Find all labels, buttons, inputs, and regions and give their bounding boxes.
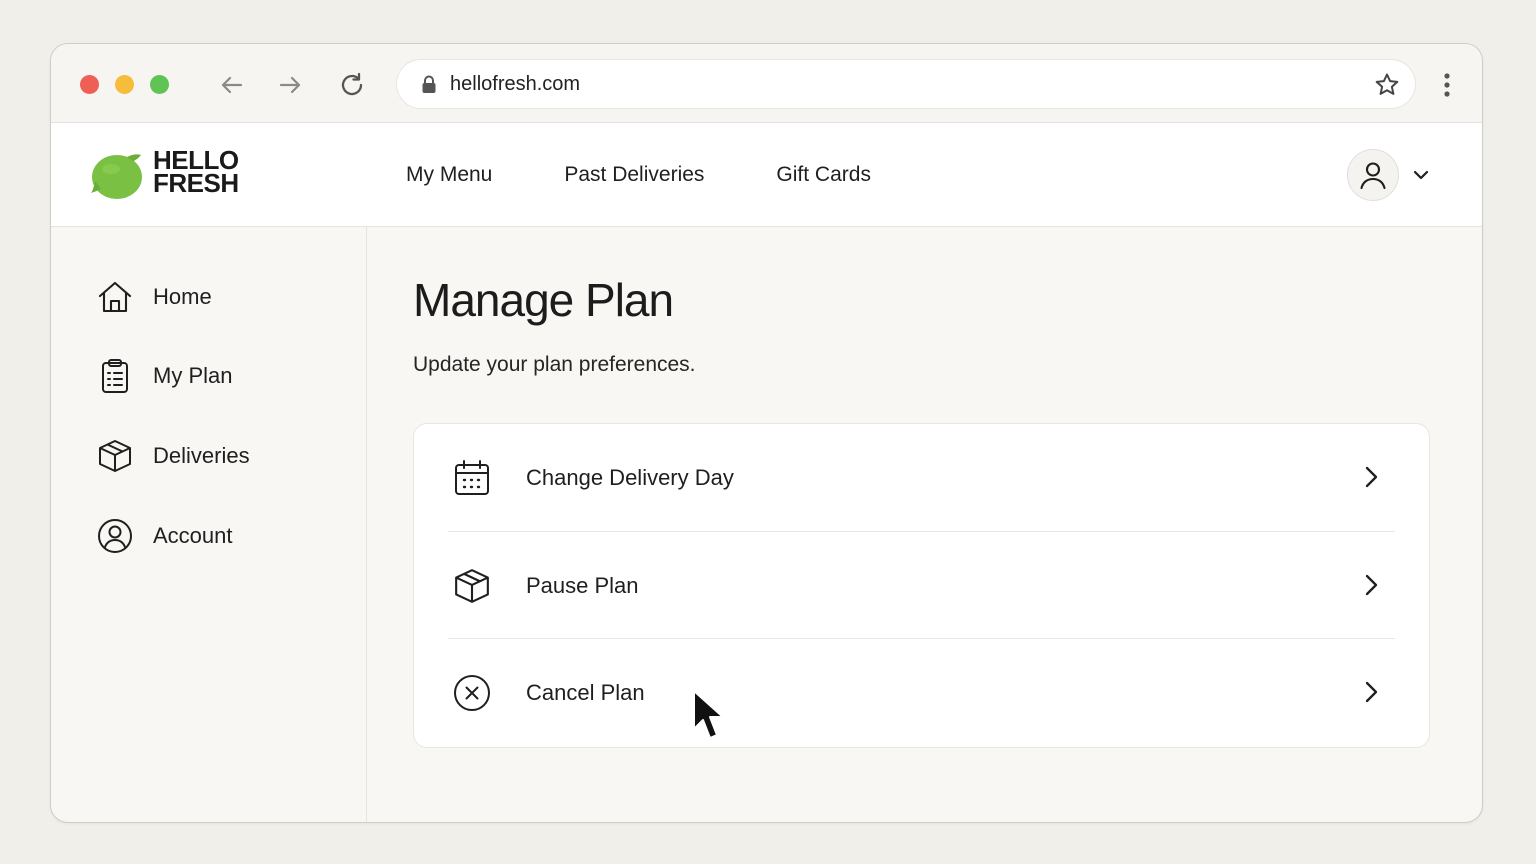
chevron-right-icon [1357,571,1385,604]
sidebar-item-label: My Plan [153,363,233,388]
lock-icon [421,75,437,99]
browser-window: hellofresh.com HELLO FRESH My Menu Past … [50,43,1483,823]
logo-line-2: FRESH [153,168,239,198]
x-circle-icon [448,669,496,717]
nav-past-deliveries[interactable]: Past Deliveries [564,163,704,187]
main-content: Manage Plan Update your plan preferences… [413,227,1433,822]
box-icon [448,562,496,610]
chevron-right-icon [1357,678,1385,711]
page-subtitle: Update your plan preferences. [413,353,696,376]
calendar-icon [448,454,496,502]
sidebar-item-account[interactable]: Account [97,516,233,556]
option-pause-plan[interactable]: Pause Plan [448,532,1395,639]
option-cancel-plan[interactable]: Cancel Plan [448,639,1395,746]
reload-icon[interactable] [337,70,367,100]
option-label: Cancel Plan [526,679,645,705]
sidebar-item-deliveries[interactable]: Deliveries [97,436,250,476]
browser-toolbar: hellofresh.com [51,44,1482,123]
account-avatar-button[interactable] [1347,149,1399,201]
top-navigation: My Menu Past Deliveries Gift Cards [406,123,943,227]
maximize-window-button[interactable] [150,75,169,94]
option-change-delivery-day[interactable]: Change Delivery Day [448,424,1395,531]
plan-options-card: Change Delivery Day Pause Plan Cancel Pl… [413,423,1430,748]
sidebar-item-label: Deliveries [153,443,250,468]
chevron-down-icon[interactable] [1411,165,1431,190]
bookmark-star-icon[interactable] [1373,71,1401,104]
more-options-icon[interactable] [1433,70,1461,100]
sidebar-item-my-plan[interactable]: My Plan [97,356,232,396]
option-label: Change Delivery Day [526,464,734,490]
sidebar-item-home[interactable]: Home [97,277,212,317]
site-header: HELLO FRESH My Menu Past Deliveries Gift… [51,123,1482,227]
forward-arrow-icon[interactable] [275,70,305,100]
logo-wordmark: HELLO FRESH [153,147,239,198]
box-icon [97,438,133,474]
user-circle-icon [97,518,133,554]
option-label: Pause Plan [526,572,639,598]
lime-logo-icon [91,154,142,199]
nav-my-menu[interactable]: My Menu [406,163,492,187]
url-text: hellofresh.com [450,73,581,95]
page-title: Manage Plan [413,274,674,326]
chevron-right-icon [1357,463,1385,496]
home-icon [97,279,133,315]
mouse-cursor-icon [693,690,724,739]
hellofresh-logo[interactable]: HELLO FRESH [89,147,259,203]
address-bar[interactable]: hellofresh.com [396,59,1416,109]
close-window-button[interactable] [80,75,99,94]
minimize-window-button[interactable] [115,75,134,94]
sidebar-item-label: Home [153,284,212,309]
user-icon [1360,162,1386,190]
sidebar-item-label: Account [153,523,233,548]
sidebar: Home My Plan Deliveries Account [51,227,367,822]
nav-gift-cards[interactable]: Gift Cards [776,163,871,187]
back-arrow-icon[interactable] [217,70,247,100]
clipboard-icon [97,358,133,394]
